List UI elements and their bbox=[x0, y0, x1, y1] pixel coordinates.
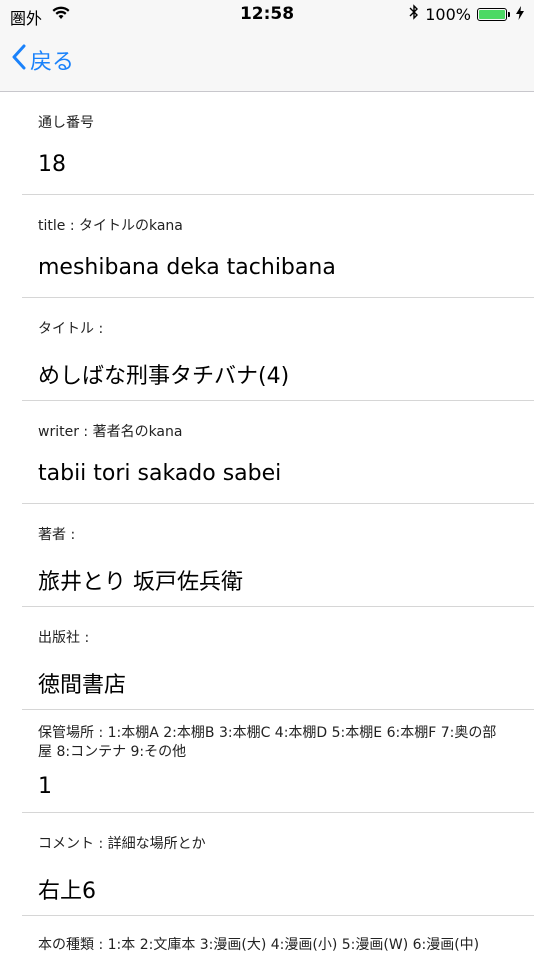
field-row-book-type[interactable]: 本の種類 : 1:本 2:文庫本 3:漫画(大) 4:漫画(小) 5:漫画(W)… bbox=[22, 916, 534, 956]
field-label: コメント : 詳細な場所とか bbox=[38, 836, 206, 852]
battery-icon bbox=[477, 7, 507, 21]
detail-list: 通し番号 18 title : タイトルのkana meshibana deka… bbox=[0, 92, 534, 956]
chevron-left-icon bbox=[12, 44, 26, 76]
field-label: タイトル : bbox=[38, 321, 104, 337]
field-label: 出版社 : bbox=[38, 630, 90, 646]
field-value[interactable]: 18 bbox=[38, 152, 66, 177]
battery-percent: 100% bbox=[425, 4, 471, 24]
field-label: 通し番号 bbox=[38, 115, 94, 131]
field-label: 本の種類 : 1:本 2:文庫本 3:漫画(大) 4:漫画(小) 5:漫画(W)… bbox=[38, 937, 480, 953]
navigation-bar: 戻る bbox=[0, 30, 534, 92]
field-value[interactable]: 旅井とり 坂戸佐兵衛 bbox=[38, 564, 243, 596]
field-row-title[interactable]: タイトル : めしばな刑事タチバナ(4) bbox=[22, 298, 534, 401]
field-row-comment[interactable]: コメント : 詳細な場所とか 右上6 bbox=[22, 813, 534, 916]
field-value[interactable]: 徳間書店 bbox=[38, 667, 126, 699]
field-value[interactable]: tabii tori sakado sabei bbox=[38, 461, 281, 486]
field-label: writer : 著者名のkana bbox=[38, 424, 183, 440]
field-value[interactable]: 右上6 bbox=[38, 873, 96, 905]
back-label: 戻る bbox=[30, 50, 75, 75]
field-row-author[interactable]: 著者 : 旅井とり 坂戸佐兵衛 bbox=[22, 504, 534, 607]
field-row-title-kana[interactable]: title : タイトルのkana meshibana deka tachiba… bbox=[22, 195, 534, 298]
field-value[interactable]: 1 bbox=[38, 774, 52, 799]
field-label: 保管場所 : 1:本棚A 2:本棚B 3:本棚C 4:本棚D 5:本棚E 6:本… bbox=[38, 725, 497, 760]
field-row-serial[interactable]: 通し番号 18 bbox=[22, 92, 534, 195]
battery-cap bbox=[508, 11, 510, 17]
field-row-writer-kana[interactable]: writer : 著者名のkana tabii tori sakado sabe… bbox=[22, 401, 534, 504]
field-value[interactable]: meshibana deka tachibana bbox=[38, 255, 336, 280]
field-label: title : タイトルのkana bbox=[38, 218, 183, 234]
field-row-publisher[interactable]: 出版社 : 徳間書店 bbox=[22, 607, 534, 710]
field-row-storage[interactable]: 保管場所 : 1:本棚A 2:本棚B 3:本棚C 4:本棚D 5:本棚E 6:本… bbox=[22, 710, 534, 813]
back-button[interactable]: 戻る bbox=[12, 44, 74, 76]
bluetooth-icon bbox=[409, 4, 419, 24]
status-bar: 圏外 12:58 100% bbox=[0, 0, 534, 30]
field-label: 著者 : bbox=[38, 527, 76, 543]
charging-icon bbox=[516, 5, 524, 24]
field-value[interactable]: めしばな刑事タチバナ(4) bbox=[38, 358, 289, 390]
